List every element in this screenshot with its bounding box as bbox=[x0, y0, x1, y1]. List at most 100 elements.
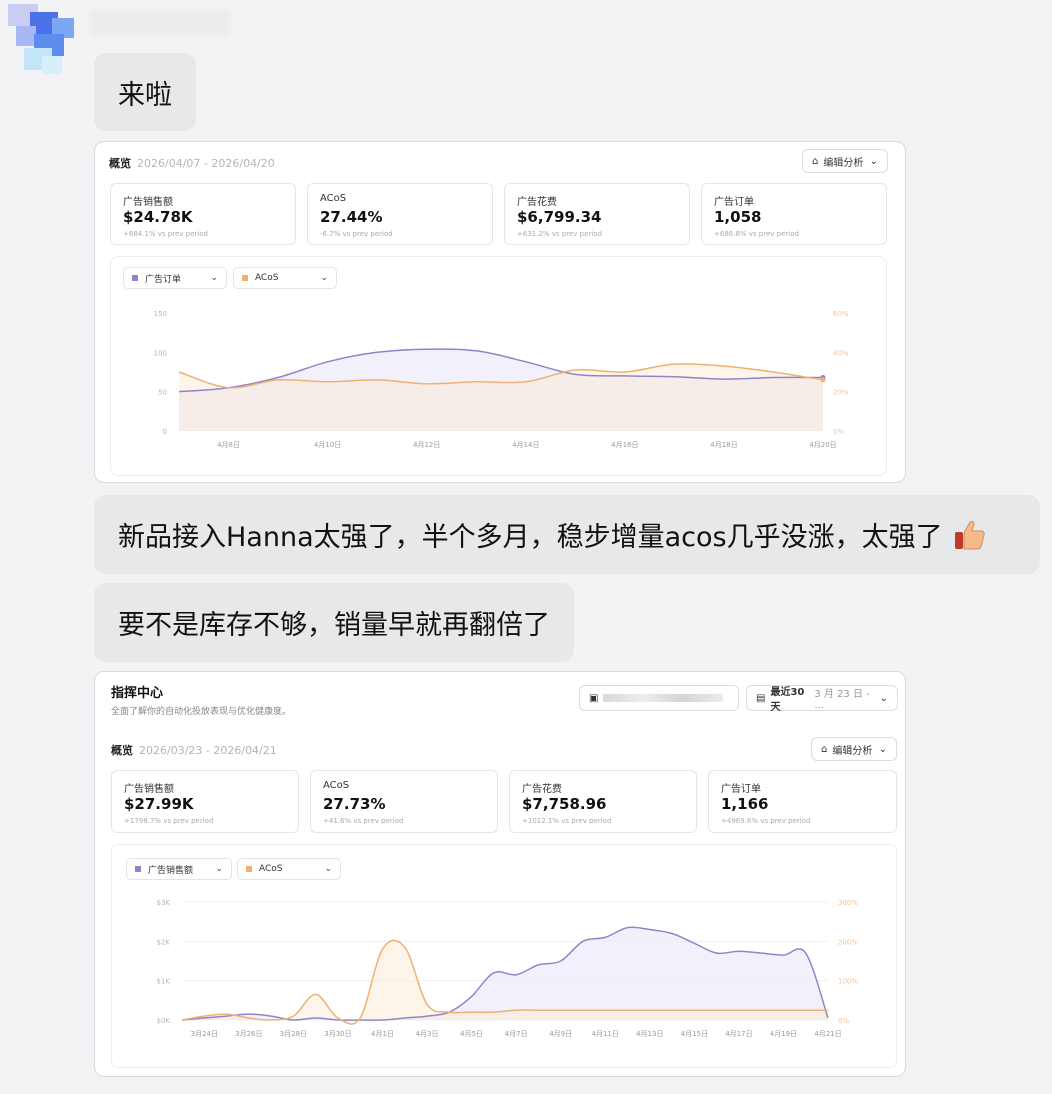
x-tick-label: 4月15日 bbox=[681, 1030, 708, 1038]
account-blurred bbox=[603, 694, 724, 702]
kpi-change: +41.6% vs prev period bbox=[323, 817, 404, 825]
x-tick-label: 4月18日 bbox=[710, 441, 737, 449]
kpi-value: $6,799.34 bbox=[517, 208, 602, 226]
x-tick-label: 4月5日 bbox=[460, 1030, 483, 1038]
x-tick-label: 4月10日 bbox=[314, 441, 341, 449]
x-tick-label: 4月13日 bbox=[636, 1030, 663, 1038]
screenshot-card-1[interactable]: 概览 2026/04/07 - 2026/04/20 ⌂ 编辑分析 ⌄ 广告销售额… bbox=[94, 141, 906, 483]
kpi-value: 27.44% bbox=[320, 208, 383, 226]
y2-tick-label: 40% bbox=[833, 349, 849, 357]
calendar-icon: ▤ bbox=[756, 692, 766, 704]
account-select[interactable]: ▣ bbox=[579, 685, 739, 711]
x-tick-label: 4月1日 bbox=[371, 1030, 394, 1038]
x-tick-label: 4月16日 bbox=[611, 441, 638, 449]
y-tick-label: $1K bbox=[157, 978, 171, 986]
kpi-label: 广告花费 bbox=[522, 784, 562, 795]
store-icon: ▣ bbox=[589, 692, 599, 704]
kpi-card: 广告花费 $6,799.34 +631.2% vs prev period bbox=[504, 183, 690, 245]
y-tick-label: 150 bbox=[154, 310, 167, 318]
kpi-card: ACoS 27.73% +41.6% vs prev period bbox=[310, 770, 498, 833]
y-tick-label: $0K bbox=[157, 1017, 171, 1025]
message-text: 新品接入Hanna太强了，半个多月，稳步增量acos几乎没涨，太强了 bbox=[118, 522, 943, 553]
kpi-change: +684.1% vs prev period bbox=[123, 230, 208, 238]
chart-container: 广告销售额 ⌄ ACoS ⌄ $0K 0% $1K 100% $2K 200% $3K 300… bbox=[111, 844, 897, 1068]
x-tick-label: 3月30日 bbox=[324, 1030, 351, 1038]
kpi-change: +1012.1% vs prev period bbox=[522, 817, 612, 825]
message-bubble-3[interactable]: 要不是库存不够，销量早就再翻倍了 bbox=[94, 583, 574, 662]
kpi-card: 广告销售额 $27.99K +1798.7% vs prev period bbox=[111, 770, 299, 833]
kpi-change: +1798.7% vs prev period bbox=[124, 817, 214, 825]
sender-name-blurred bbox=[90, 10, 230, 36]
x-tick-label: 3月28日 bbox=[280, 1030, 307, 1038]
kpi-card: 广告订单 1,166 +4969.6% vs prev period bbox=[708, 770, 897, 833]
x-tick-label: 4月3日 bbox=[416, 1030, 439, 1038]
kpi-value: 1,166 bbox=[721, 795, 769, 813]
kpi-label: 广告订单 bbox=[714, 197, 754, 208]
kpi-value: $27.99K bbox=[124, 795, 194, 813]
y2-tick-label: 0% bbox=[833, 428, 844, 436]
edit-analysis-label: 编辑分析 bbox=[823, 157, 864, 169]
page-title: 指挥中心 bbox=[111, 686, 164, 701]
y2-tick-label: 300% bbox=[838, 899, 858, 907]
thumbs-up-icon bbox=[954, 520, 985, 549]
kpi-card: 广告订单 1,058 +686.8% vs prev period bbox=[701, 183, 887, 245]
edit-analysis-button[interactable]: ⌂ 编辑分析 ⌄ bbox=[802, 149, 888, 173]
screenshot-card-2[interactable]: 指挥中心 全面了解你的自动化投放表现与优化健康度。 ▣ ▤ 最近30天 3 月 … bbox=[94, 671, 906, 1077]
line-chart-2: $0K 0% $1K 100% $2K 200% $3K 300% 3月24日 3月26日 3月28… bbox=[157, 899, 859, 1038]
x-tick-label: 4月20日 bbox=[809, 441, 836, 449]
x-tick-label: 4月12日 bbox=[413, 441, 440, 449]
x-tick-label: 4月14日 bbox=[512, 441, 539, 449]
x-tick-label: 4月19日 bbox=[770, 1030, 797, 1038]
y2-tick-label: 100% bbox=[838, 978, 858, 986]
kpi-change: +686.8% vs prev period bbox=[714, 230, 799, 238]
line-chart-1: 0 0% 50 20% 100 40% 150 60% 4月8日 4月10日 4月12日 4月14日 4… bbox=[154, 310, 849, 449]
kpi-card: 广告花费 $7,758.96 +1012.1% vs prev period bbox=[509, 770, 697, 833]
kpi-label: 广告订单 bbox=[721, 784, 761, 795]
kpi-change: -6.7% vs prev period bbox=[320, 230, 393, 238]
x-tick-label: 4月8日 bbox=[217, 441, 240, 449]
overview-title: 概览 2026/03/23 - 2026/04/21 bbox=[111, 744, 277, 757]
data-point bbox=[820, 377, 826, 383]
date-picker-range: 3 月 23 日 - ... bbox=[814, 689, 870, 711]
message-bubble-2[interactable]: 新品接入Hanna太强了，半个多月，稳步增量acos几乎没涨，太强了 bbox=[94, 495, 1040, 574]
chevron-down-icon: ⌄ bbox=[879, 692, 888, 704]
y2-tick-label: 20% bbox=[833, 389, 849, 397]
edit-analysis-label: 编辑分析 bbox=[832, 745, 873, 757]
x-tick-label: 4月17日 bbox=[725, 1030, 752, 1038]
kpi-card: ACoS 27.44% -6.7% vs prev period bbox=[307, 183, 493, 245]
page-subtitle: 全面了解你的自动化投放表现与优化健康度。 bbox=[111, 707, 292, 717]
x-tick-label: 3月26日 bbox=[235, 1030, 262, 1038]
y-tick-label: $3K bbox=[157, 899, 171, 907]
y-tick-label: 0 bbox=[163, 428, 167, 436]
x-tick-label: 4月11日 bbox=[592, 1030, 619, 1038]
date-range-picker[interactable]: ▤ 最近30天 3 月 23 日 - ... ⌄ bbox=[746, 685, 898, 713]
x-tick-label: 4月7日 bbox=[505, 1030, 528, 1038]
chevron-down-icon: ⌄ bbox=[869, 155, 878, 167]
overview-date-range: 2026/04/07 - 2026/04/20 bbox=[137, 157, 275, 170]
chevron-down-icon: ⌄ bbox=[878, 743, 887, 755]
kpi-change: +631.2% vs prev period bbox=[517, 230, 602, 238]
avatar[interactable] bbox=[8, 4, 74, 78]
chart-icon: ⌂ bbox=[821, 743, 828, 755]
overview-title: 概览 2026/04/07 - 2026/04/20 bbox=[109, 157, 275, 170]
kpi-label: ACoS bbox=[323, 780, 350, 791]
y2-tick-label: 200% bbox=[838, 938, 858, 946]
kpi-value: $24.78K bbox=[123, 208, 193, 226]
chart-container: 广告订单 ⌄ ACoS ⌄ 0 0% 50 20% 100 40% 150 60% 4月8日 4月… bbox=[110, 256, 887, 476]
chart-icon: ⌂ bbox=[812, 155, 819, 167]
y-tick-label: $2K bbox=[157, 938, 171, 946]
message-text: 来啦 bbox=[118, 79, 172, 111]
message-text: 要不是库存不够，销量早就再翻倍了 bbox=[118, 610, 550, 641]
kpi-label: 广告销售额 bbox=[123, 197, 173, 208]
kpi-label: ACoS bbox=[320, 193, 347, 204]
x-tick-label: 3月24日 bbox=[191, 1030, 218, 1038]
x-tick-label: 4月9日 bbox=[549, 1030, 572, 1038]
message-bubble-1[interactable]: 来啦 bbox=[94, 53, 196, 131]
date-picker-label: 最近30天 bbox=[770, 687, 805, 713]
y2-tick-label: 60% bbox=[833, 310, 849, 318]
kpi-value: $7,758.96 bbox=[522, 795, 607, 813]
edit-analysis-button[interactable]: ⌂ 编辑分析 ⌄ bbox=[811, 737, 897, 761]
y2-tick-label: 0% bbox=[838, 1017, 849, 1025]
y-tick-label: 100 bbox=[154, 349, 167, 357]
overview-date-range: 2026/03/23 - 2026/04/21 bbox=[139, 744, 277, 757]
